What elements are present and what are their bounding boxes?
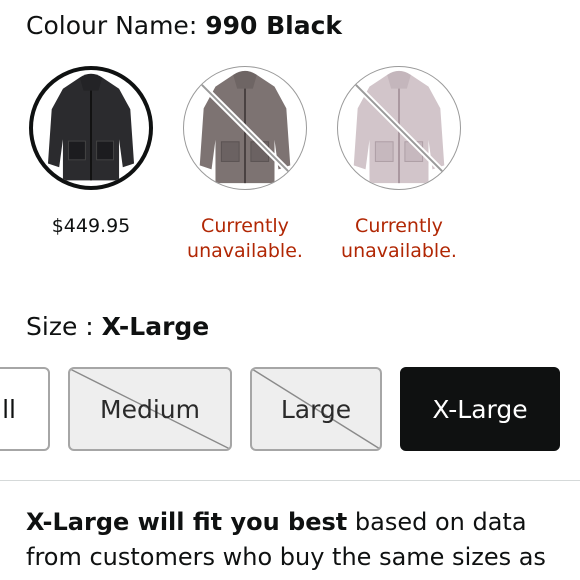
coat-grey-image bbox=[199, 70, 291, 184]
swatch-pink-status: Currently unavailable. bbox=[319, 214, 479, 264]
size-option-small[interactable]: ll bbox=[0, 367, 50, 451]
swatch-black-price: $449.95 bbox=[51, 215, 131, 237]
size-value: X-Large bbox=[101, 312, 210, 341]
size-option-xlarge[interactable]: X-Large bbox=[400, 367, 560, 451]
size-option-medium[interactable]: Medium bbox=[68, 367, 232, 451]
size-option-label: Large bbox=[280, 394, 352, 424]
status-line: Currently bbox=[355, 215, 443, 237]
section-divider bbox=[0, 480, 580, 481]
fit-recommendation-line2: from customers who buy the same sizes as bbox=[26, 543, 546, 571]
swatch-pink[interactable] bbox=[337, 66, 461, 190]
colour-name-heading: Colour Name: 990 Black bbox=[26, 10, 342, 42]
colour-name-value: 990 Black bbox=[205, 11, 343, 40]
swatch-grey-status: Currently unavailable. bbox=[165, 214, 325, 264]
fit-recommendation-rest: based on data bbox=[347, 508, 527, 536]
size-option-label: X-Large bbox=[432, 394, 528, 424]
status-line: Currently bbox=[201, 215, 289, 237]
fit-recommendation-strong: X-Large will fit you best bbox=[26, 508, 348, 536]
coat-black-image bbox=[47, 73, 135, 181]
fit-recommendation: X-Large will fit you best based on data … bbox=[26, 505, 566, 575]
status-line: unavailable. bbox=[187, 240, 303, 262]
colour-name-label: Colour Name: bbox=[26, 11, 198, 40]
size-label: Size : bbox=[26, 312, 94, 341]
size-option-label: ll bbox=[2, 394, 16, 424]
size-option-label: Medium bbox=[100, 394, 200, 424]
size-option-large[interactable]: Large bbox=[250, 367, 382, 451]
coat-pink-image bbox=[353, 70, 445, 184]
swatch-black[interactable] bbox=[29, 66, 153, 190]
swatch-grey[interactable] bbox=[183, 66, 307, 190]
status-line: unavailable. bbox=[341, 240, 457, 262]
size-heading: Size : X-Large bbox=[26, 311, 209, 343]
